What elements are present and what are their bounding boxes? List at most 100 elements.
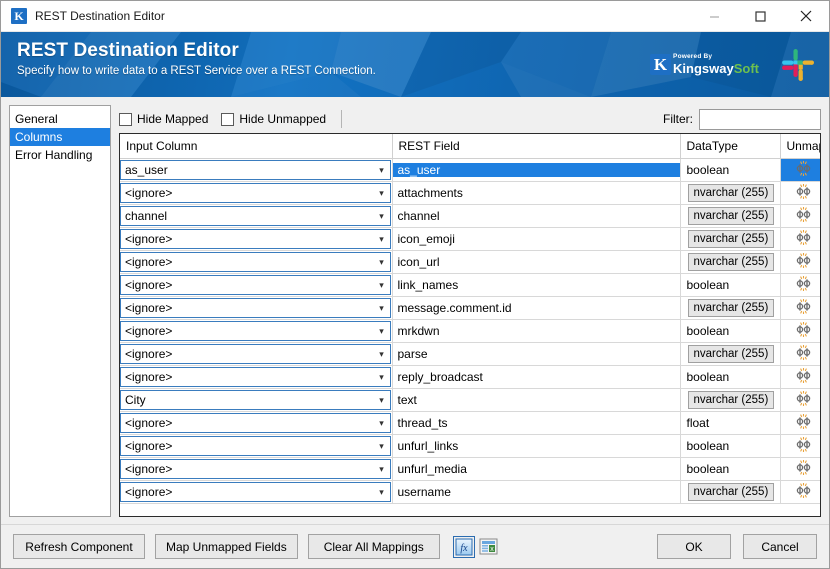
table-row[interactable]: City ▾ text nvarchar (255) — [120, 388, 820, 412]
unmap-icon[interactable] — [795, 459, 812, 475]
input-column-cell[interactable]: <ignore> ▾ — [120, 365, 393, 389]
sidebar-item-error-handling[interactable]: Error Handling — [10, 146, 110, 164]
input-column-dropdown[interactable]: as_user ▾ — [120, 159, 391, 180]
chevron-down-icon[interactable]: ▾ — [374, 322, 390, 340]
hide-unmapped-checkbox[interactable]: Hide Unmapped — [221, 112, 326, 126]
rest-field-cell[interactable]: parse — [392, 342, 681, 366]
unmap-cell[interactable] — [780, 480, 821, 504]
input-column-cell[interactable]: <ignore> ▾ — [120, 250, 393, 274]
rest-field-cell[interactable]: reply_broadcast — [392, 365, 681, 389]
unmap-icon[interactable] — [795, 367, 812, 383]
rest-field-cell[interactable]: unfurl_links — [392, 434, 681, 458]
unmap-icon[interactable] — [795, 482, 812, 498]
chevron-down-icon[interactable]: ▾ — [374, 391, 390, 409]
input-column-dropdown[interactable]: <ignore> ▾ — [120, 435, 391, 456]
unmap-cell[interactable] — [780, 250, 821, 274]
rest-field-cell[interactable]: username — [392, 480, 681, 504]
datatype-cell[interactable]: boolean — [680, 457, 781, 481]
input-column-dropdown[interactable]: <ignore> ▾ — [120, 412, 391, 433]
unmap-icon[interactable] — [795, 344, 812, 360]
datatype-button[interactable]: nvarchar (255) — [687, 184, 775, 202]
unmap-button[interactable] — [781, 321, 821, 340]
table-row[interactable]: <ignore> ▾ parse nvarchar (255) — [120, 342, 820, 366]
datatype-cell[interactable]: nvarchar (255) — [680, 480, 781, 504]
table-row[interactable]: <ignore> ▾ icon_url nvarchar (255) — [120, 250, 821, 274]
unmap-button[interactable] — [781, 183, 821, 202]
hide-unmapped-checkbox-box[interactable] — [221, 112, 235, 126]
unmap-icon[interactable] — [795, 206, 812, 222]
unmap-cell[interactable] — [780, 273, 820, 297]
unmap-button[interactable] — [781, 482, 821, 501]
unmap-cell[interactable] — [780, 411, 821, 435]
datatype-cell[interactable]: nvarchar (255) — [680, 250, 781, 274]
input-column-cell[interactable]: <ignore> ▾ — [120, 342, 393, 366]
input-column-cell[interactable]: <ignore> ▾ — [120, 480, 393, 504]
datatype-cell[interactable]: boolean — [680, 319, 781, 343]
unmap-cell[interactable] — [780, 388, 820, 412]
chevron-down-icon[interactable]: ▾ — [374, 483, 390, 501]
chevron-down-icon[interactable]: ▾ — [374, 276, 390, 294]
input-column-cell[interactable]: channel ▾ — [120, 204, 393, 228]
datatype-cell[interactable]: nvarchar (255) — [680, 227, 781, 251]
unmap-icon[interactable] — [795, 229, 812, 245]
table-row[interactable]: <ignore> ▾ reply_broadcast boolean — [120, 365, 821, 389]
unmap-icon[interactable] — [795, 436, 812, 452]
chevron-down-icon[interactable]: ▾ — [374, 299, 390, 317]
column-header-datatype[interactable]: DataType — [680, 134, 781, 159]
input-column-cell[interactable]: <ignore> ▾ — [120, 273, 393, 297]
datatype-cell[interactable]: nvarchar (255) — [680, 181, 781, 205]
unmap-cell[interactable] — [780, 158, 821, 182]
chevron-down-icon[interactable]: ▾ — [374, 368, 390, 386]
unmap-button[interactable] — [781, 367, 821, 386]
refresh-component-button[interactable]: Refresh Component — [13, 534, 145, 559]
cancel-button[interactable]: Cancel — [743, 534, 817, 559]
unmap-button[interactable] — [781, 252, 821, 271]
filter-input[interactable] — [699, 108, 821, 130]
rest-field-cell[interactable]: mrkdwn — [392, 319, 681, 343]
input-column-dropdown[interactable]: <ignore> ▾ — [120, 343, 391, 364]
close-button[interactable] — [783, 1, 829, 32]
mapping-grid[interactable]: Input Column REST Field DataType Unmap a… — [119, 133, 821, 517]
table-row[interactable]: <ignore> ▾ mrkdwn boolean — [120, 319, 821, 343]
fx-expression-icon[interactable]: fx — [452, 535, 475, 558]
column-header-input-column[interactable]: Input Column — [120, 134, 393, 159]
datatype-cell[interactable]: boolean — [680, 434, 781, 458]
chevron-down-icon[interactable]: ▾ — [374, 207, 390, 225]
datatype-cell[interactable]: nvarchar (255) — [680, 342, 781, 366]
datatype-cell[interactable]: boolean — [680, 273, 781, 297]
datatype-button[interactable]: nvarchar (255) — [687, 253, 775, 271]
input-column-cell[interactable]: <ignore> ▾ — [120, 434, 393, 458]
unmap-icon[interactable] — [795, 183, 812, 199]
unmap-cell[interactable] — [780, 319, 821, 343]
unmap-cell[interactable] — [780, 365, 821, 389]
rest-field-cell[interactable]: icon_url — [392, 250, 681, 274]
unmap-button[interactable] — [781, 413, 821, 432]
input-column-cell[interactable]: <ignore> ▾ — [120, 411, 393, 435]
chevron-down-icon[interactable]: ▾ — [374, 460, 390, 478]
input-column-dropdown[interactable]: <ignore> ▾ — [120, 251, 391, 272]
rest-field-cell[interactable]: unfurl_media — [392, 457, 681, 481]
datatype-cell[interactable]: boolean — [680, 158, 781, 182]
unmap-icon[interactable] — [795, 298, 812, 314]
input-column-cell[interactable]: <ignore> ▾ — [120, 296, 393, 320]
minimize-button[interactable] — [691, 1, 737, 32]
rest-field-cell[interactable]: link_names — [392, 273, 681, 297]
unmap-cell[interactable] — [780, 457, 820, 481]
hide-mapped-checkbox-box[interactable] — [119, 112, 132, 126]
datatype-button[interactable]: nvarchar (255) — [687, 483, 775, 501]
chevron-down-icon[interactable]: ▾ — [374, 437, 390, 455]
input-column-dropdown[interactable]: <ignore> ▾ — [120, 297, 391, 318]
unmap-button[interactable] — [781, 436, 821, 455]
table-row[interactable]: <ignore> ▾ thread_ts float — [120, 411, 821, 435]
chevron-down-icon[interactable]: ▾ — [374, 161, 390, 179]
unmap-cell[interactable] — [780, 204, 820, 228]
chevron-down-icon[interactable]: ▾ — [374, 184, 390, 202]
unmap-icon[interactable] — [795, 321, 812, 337]
ok-button[interactable]: OK — [657, 534, 731, 559]
table-row[interactable]: <ignore> ▾ message.comment.id nvarchar (255… — [120, 296, 820, 320]
rest-field-cell[interactable]: as_user — [392, 158, 681, 182]
unmap-button[interactable] — [781, 160, 821, 179]
input-column-dropdown[interactable]: <ignore> ▾ — [120, 458, 391, 479]
unmap-cell[interactable] — [780, 181, 821, 205]
datatype-button[interactable]: nvarchar (255) — [687, 391, 775, 409]
